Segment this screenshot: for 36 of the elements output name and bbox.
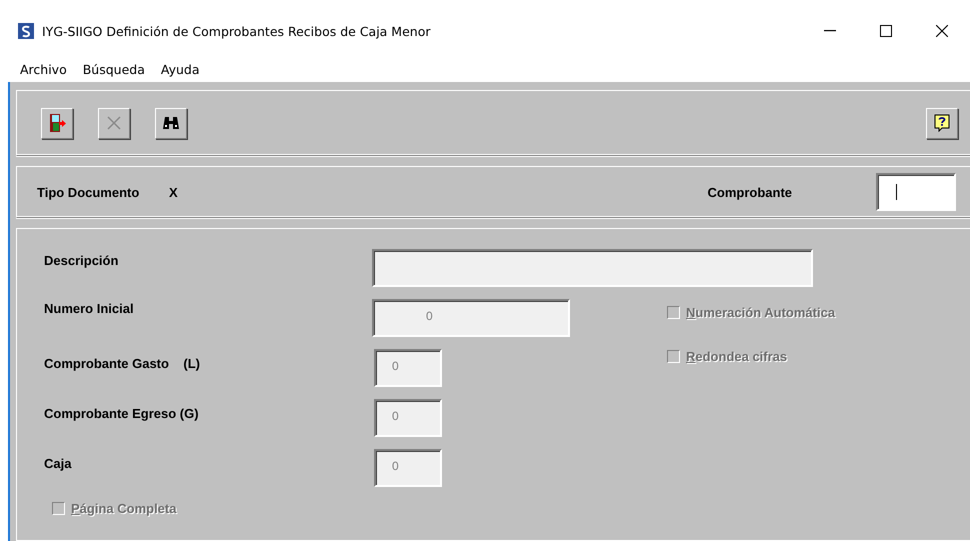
menu-item[interactable]: Archivo [12,62,75,77]
exit-door-icon [48,113,66,133]
input-field[interactable]: 0 [374,399,442,437]
menu-item[interactable]: Búsqueda [74,62,153,77]
checkbox-label: Página Completa [71,501,176,516]
input-field[interactable]: 0 [372,299,570,337]
field-label: Comprobante Gasto (L) [44,355,201,371]
app-logo-icon [18,23,34,39]
field-label: Comprobante Egreso (G) [44,405,200,421]
field-value: 0 [392,459,399,473]
comprobante-input[interactable] [876,173,956,211]
field-label: Numero Inicial [44,300,135,316]
field-value: 0 [426,309,433,323]
binoculars-icon [162,115,180,131]
menu-item[interactable]: Ayuda [152,62,208,77]
field-label: Descripción [44,252,120,268]
help-icon [933,114,951,132]
field-value: 0 [392,409,399,423]
toolbar-button[interactable] [41,108,73,138]
field-label: Comprobante [708,184,792,200]
window-title: IYG-SIIGO Definición de Comprobantes Recibos de Caja Menor [42,24,432,38]
toolbar-button[interactable] [155,108,187,138]
minimize-icon [824,30,836,32]
field-value: 0 [392,359,399,373]
maximize-icon [880,25,892,37]
input-field[interactable] [372,249,813,287]
field-value: X [169,184,179,200]
checkbox-label: Redondea cifras [686,349,788,364]
input-field[interactable]: 0 [374,349,442,387]
close-icon [936,25,948,37]
input-field[interactable]: 0 [374,449,442,487]
cancel-icon [106,115,122,131]
help-button[interactable] [926,108,958,138]
checkbox-label: Numeración Automática [686,305,836,320]
field-label: Tipo Documento [37,184,140,200]
field-label: Caja [44,455,72,471]
